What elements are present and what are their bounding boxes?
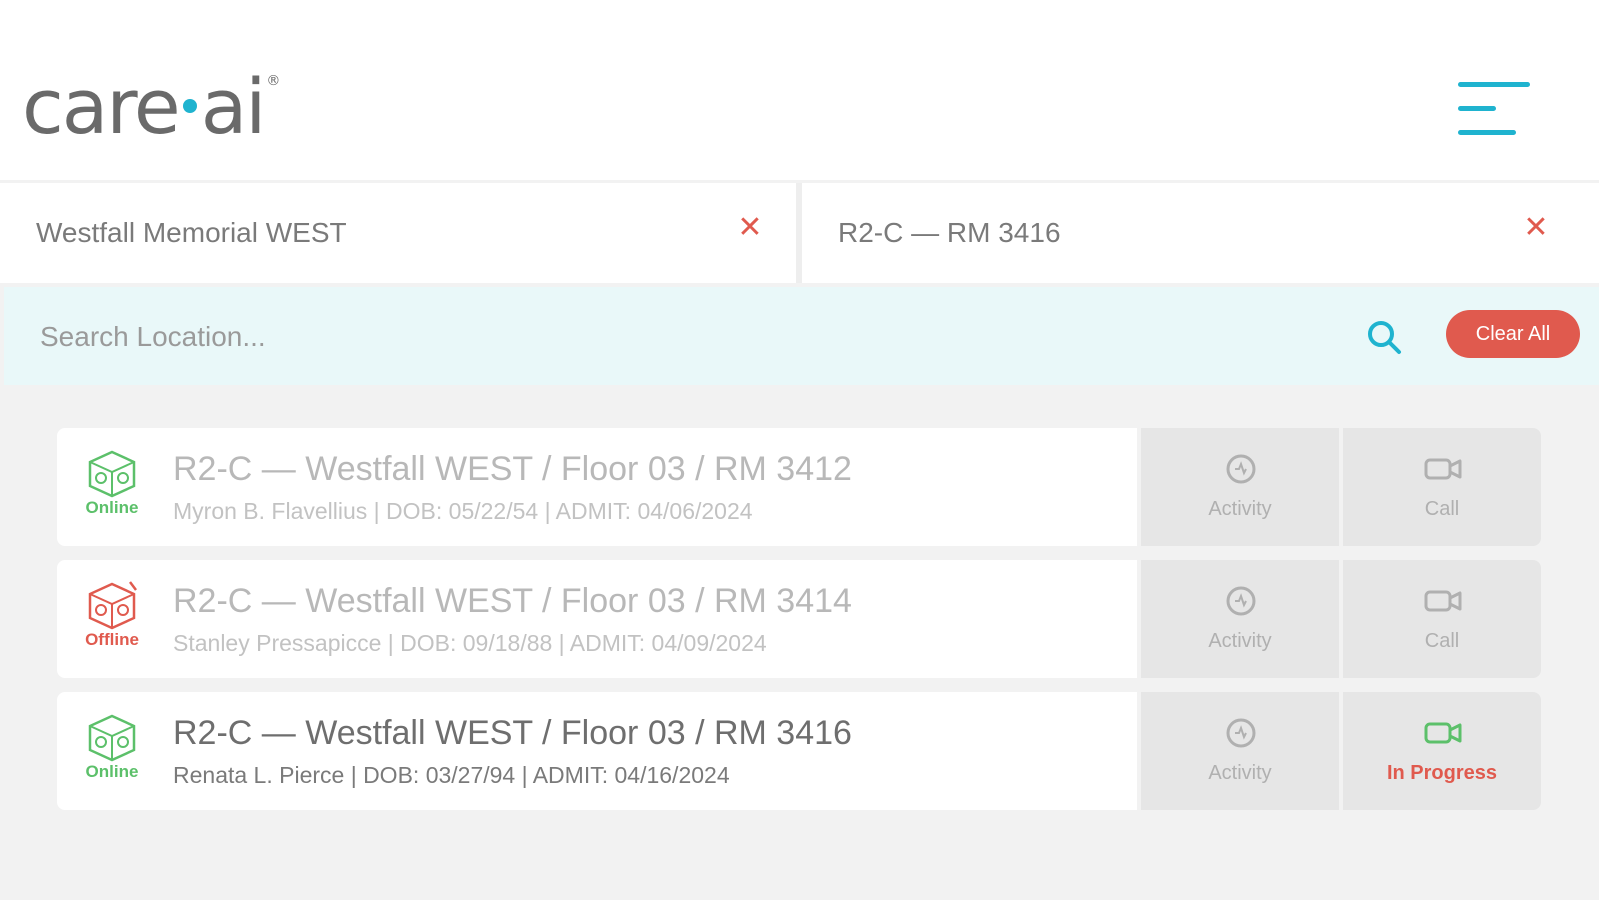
room-title: R2-C — Westfall WEST / Floor 03 / RM 341…: [173, 450, 852, 488]
activity-icon: [1226, 718, 1256, 748]
activity-icon: [1226, 454, 1256, 484]
filter-chip-label: Westfall Memorial WEST: [36, 217, 347, 248]
close-icon[interactable]: ✕: [735, 213, 765, 243]
location-filters: Westfall Memorial WEST ✕ R2-C — RM 3416 …: [0, 183, 1599, 283]
status-label: Offline: [85, 630, 139, 649]
call-status-label: In Progress: [1386, 762, 1498, 784]
call-label: Call: [1424, 498, 1460, 520]
activity-icon: [1226, 586, 1256, 616]
logo-text-right: ai: [200, 62, 267, 151]
room-list: Online R2-C — Westfall WEST / Floor 03 /…: [57, 428, 1547, 824]
logo-text-left: care: [22, 62, 181, 151]
patient-info: Myron B. Flavellius | DOB: 05/22/54 | AD…: [173, 498, 753, 524]
status-label: Online: [85, 762, 139, 781]
room-row-main[interactable]: Online R2-C — Westfall WEST / Floor 03 /…: [57, 428, 1137, 546]
room-device-offline-icon: [88, 581, 137, 630]
care-ai-logo: care ai ®: [22, 62, 280, 152]
call-in-progress-button[interactable]: In Progress: [1343, 692, 1541, 810]
room-device-online-icon: [88, 450, 136, 498]
activity-button[interactable]: Activity: [1141, 692, 1339, 810]
patient-info: Renata L. Pierce | DOB: 03/27/94 | ADMIT…: [173, 762, 730, 788]
call-label: Call: [1424, 630, 1460, 652]
filter-chip-facility: Westfall Memorial WEST ✕: [0, 183, 796, 283]
room-title: R2-C — Westfall WEST / Floor 03 / RM 341…: [173, 582, 852, 620]
search-icon[interactable]: [1364, 317, 1404, 357]
call-button[interactable]: Call: [1343, 560, 1541, 678]
status-label: Online: [85, 498, 139, 517]
patient-info: Stanley Pressapicce | DOB: 09/18/88 | AD…: [173, 630, 767, 656]
video-call-icon: [1424, 458, 1462, 480]
activity-label: Activity: [1208, 762, 1272, 784]
header: care ai ®: [0, 0, 1599, 180]
clear-all-button[interactable]: Clear All: [1446, 310, 1580, 358]
room-row: Online R2-C — Westfall WEST / Floor 03 /…: [57, 428, 1547, 546]
activity-label: Activity: [1208, 630, 1272, 652]
status-indicator: Online: [79, 712, 145, 782]
room-row-main[interactable]: Online R2-C — Westfall WEST / Floor 03 /…: [57, 692, 1137, 810]
activity-label: Activity: [1208, 498, 1272, 520]
logo-dot: [182, 99, 197, 113]
menu-icon[interactable]: [1458, 80, 1532, 138]
search-bar: Clear All: [4, 287, 1599, 385]
filter-chip-label: R2-C — RM 3416: [838, 217, 1061, 248]
video-call-icon: [1424, 590, 1462, 612]
call-button[interactable]: Call: [1343, 428, 1541, 546]
room-device-online-icon: [88, 714, 136, 762]
activity-button[interactable]: Activity: [1141, 428, 1339, 546]
search-location-input[interactable]: [38, 315, 1302, 359]
video-call-icon: [1424, 722, 1462, 744]
room-row-main[interactable]: Offline R2-C — Westfall WEST / Floor 03 …: [57, 560, 1137, 678]
activity-button[interactable]: Activity: [1141, 560, 1339, 678]
filter-chip-room: R2-C — RM 3416 ✕: [802, 183, 1599, 283]
status-indicator: Offline: [79, 580, 145, 650]
close-icon[interactable]: ✕: [1521, 213, 1551, 243]
status-indicator: Online: [79, 448, 145, 518]
room-title: R2-C — Westfall WEST / Floor 03 / RM 341…: [173, 714, 852, 752]
room-row: Online R2-C — Westfall WEST / Floor 03 /…: [57, 692, 1547, 810]
logo-registered-mark: ®: [266, 73, 280, 89]
room-row: Offline R2-C — Westfall WEST / Floor 03 …: [57, 560, 1547, 678]
